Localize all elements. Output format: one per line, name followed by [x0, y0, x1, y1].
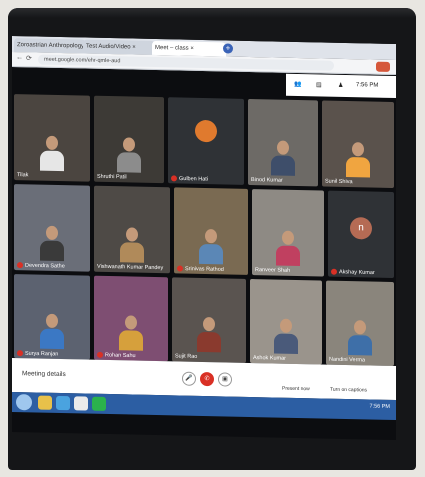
browser-tab[interactable]: Zoroastrian Anthropology × [14, 38, 86, 54]
participant-video [346, 142, 370, 178]
participant-grid: Tilak Shruthi Patil Gulben Hati Binod Ku… [12, 94, 396, 367]
participant-name: Vishwanath Kumar Pandey [97, 263, 164, 272]
participant-name: Surya Ranjan [17, 349, 58, 357]
participant-video [117, 137, 141, 173]
end-call-icon[interactable]: ✆ [200, 371, 214, 387]
participant-avatar [195, 119, 217, 143]
reload-icon[interactable]: ⟳ [26, 54, 32, 62]
participant-name: Akshay Kumar [331, 268, 375, 276]
participant-video [40, 135, 64, 172]
participant-tile[interactable]: Nandini Verma [326, 280, 394, 367]
back-icon[interactable]: ← [16, 54, 23, 61]
meet-top-bar: 👥 ▤ ♟ 7:56 PM [286, 73, 396, 99]
browser-tab-active[interactable]: Meet – class × [152, 40, 226, 57]
participant-name: Sujit Rao [175, 353, 198, 360]
mic-icon[interactable]: 🎤 [182, 371, 196, 386]
participant-tile[interactable]: Vishwanath Kumar Pandey [94, 185, 170, 274]
mic-off-icon [177, 265, 183, 272]
participant-tile[interactable]: Tilak [14, 94, 90, 182]
participant-name: Shruthi Patil [97, 173, 127, 181]
participant-name: Rohan Sahu [97, 351, 136, 359]
ie-icon[interactable] [56, 395, 70, 411]
participant-video [199, 229, 223, 265]
participant-video [120, 227, 144, 263]
new-tab-button[interactable]: + [223, 43, 233, 54]
participant-video [40, 313, 64, 350]
participant-video [119, 315, 143, 351]
participant-tile[interactable]: Devendra Sathe [14, 184, 90, 272]
participant-video [40, 225, 64, 262]
participant-tile[interactable]: Surya Ranjan [14, 274, 90, 360]
mic-off-icon [17, 349, 23, 356]
present-now-button[interactable]: Present now [282, 386, 310, 393]
participant-tile[interactable]: Sunil Shiva [322, 100, 394, 189]
chat-icon[interactable]: ▤ [316, 81, 322, 88]
participant-name: Gulben Hati [171, 174, 208, 182]
taskbar-clock: 7:56 PM [369, 403, 390, 410]
mic-off-icon [171, 174, 177, 182]
participant-video [348, 320, 372, 356]
participant-video [271, 140, 295, 176]
file-explorer-icon[interactable] [38, 395, 52, 410]
meeting-time: 7:56 PM [356, 82, 379, 89]
participant-tile[interactable]: Ashok Kumar [250, 278, 322, 365]
participant-name: Devendra Sathe [17, 261, 65, 269]
participant-tile[interactable]: Srinivas Rathod [174, 187, 248, 275]
participant-tile[interactable]: Sujit Rao [172, 277, 246, 363]
participant-name: Nandini Verma [329, 356, 366, 364]
participant-name: Ashok Kumar [253, 355, 287, 362]
participant-name: Sunil Shiva [325, 178, 353, 186]
user-icon[interactable]: ♟ [338, 82, 343, 89]
participant-name: Tilak [17, 172, 29, 179]
media-icon[interactable] [74, 396, 88, 411]
participant-tile[interactable]: Rohan Sahu [94, 275, 168, 362]
participant-tile[interactable]: Binod Kumar [248, 98, 318, 187]
captions-button[interactable]: Turn on captions [330, 387, 367, 394]
mic-off-icon [17, 261, 23, 268]
mic-off-icon [331, 268, 337, 275]
laptop-screen: Zoroastrian Anthropology × Test Audio/Vi… [12, 36, 396, 441]
mic-off-icon [97, 351, 103, 358]
browser-tab[interactable]: Test Audio/Video × [83, 39, 155, 55]
people-icon[interactable]: 👥 [294, 81, 301, 88]
url-field[interactable]: meet.google.com/ehr-qmle-aud [38, 54, 334, 71]
participant-tile[interactable]: Ranveer Shah [252, 189, 324, 277]
participant-video [274, 318, 298, 354]
participant-name: Ranveer Shah [255, 267, 291, 274]
camera-icon[interactable]: ▣ [218, 372, 232, 387]
participant-avatar: n [350, 217, 372, 240]
start-button[interactable] [16, 394, 32, 411]
participant-tile[interactable]: Shruthi Patil [94, 95, 164, 184]
participant-tile[interactable]: n Akshay Kumar [328, 190, 394, 279]
laptop-bezel [8, 8, 416, 18]
participant-name: Binod Kumar [251, 177, 283, 184]
participant-tile[interactable]: Gulben Hati [168, 97, 244, 185]
participant-name: Srinivas Rathod [177, 265, 224, 272]
participant-video [197, 317, 221, 353]
profile-avatar[interactable] [376, 61, 390, 72]
participant-video [276, 230, 300, 267]
meeting-details-button[interactable]: Meeting details [22, 370, 66, 378]
chrome-icon[interactable] [92, 396, 106, 411]
